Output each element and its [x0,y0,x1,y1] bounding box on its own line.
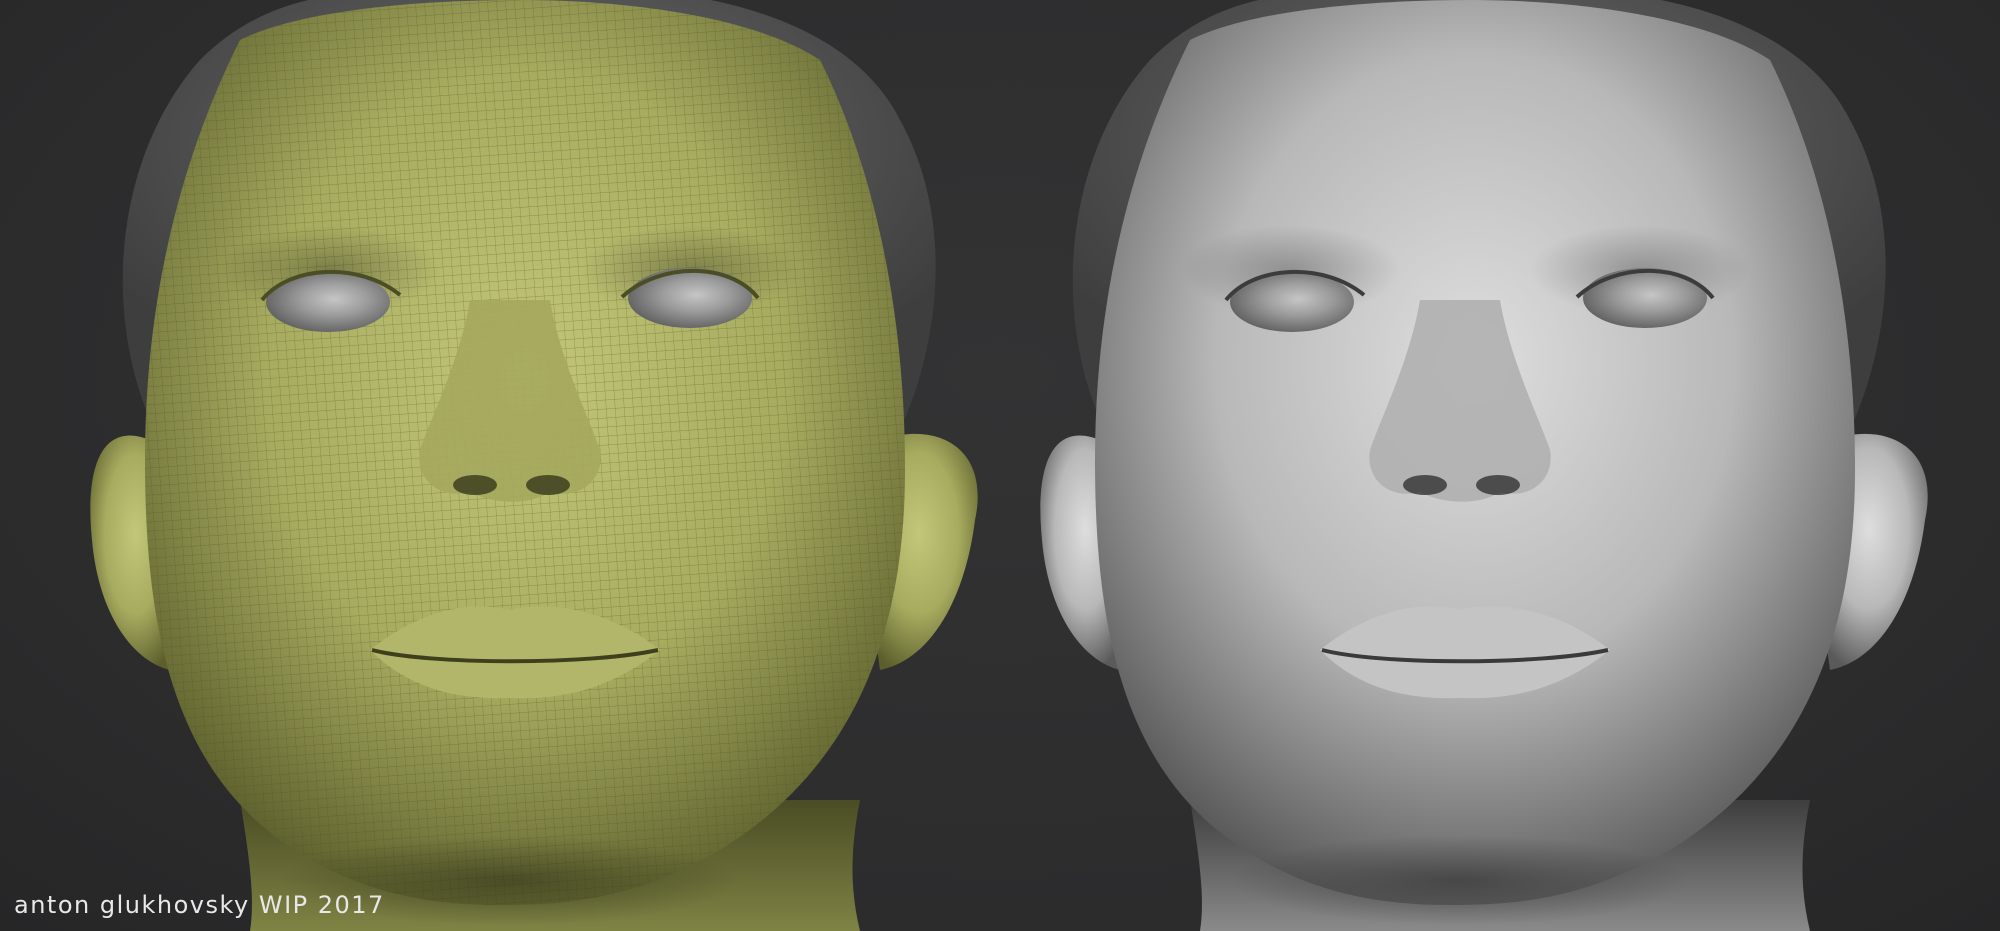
artist-caption: anton glukhovsky WIP 2017 [14,891,385,919]
clay-head [1040,0,1928,931]
render-canvas: anton glukhovsky WIP 2017 [0,0,2000,931]
head-renders [90,0,1928,931]
wireframe-head [90,0,978,931]
